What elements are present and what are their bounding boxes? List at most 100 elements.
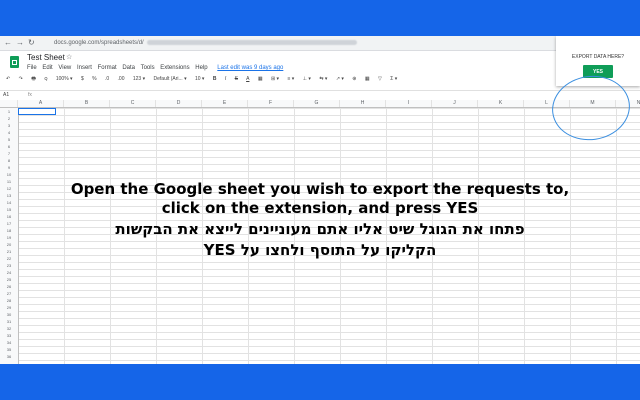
borders-icon[interactable]: ⊞ ▾ bbox=[271, 76, 279, 82]
menu-help[interactable]: Help bbox=[195, 65, 207, 71]
cell-reference-box[interactable]: A1 bbox=[3, 91, 9, 100]
url-redacted bbox=[146, 39, 357, 45]
row-header-28[interactable]: 28 bbox=[0, 297, 18, 304]
row-header-5[interactable]: 5 bbox=[0, 136, 18, 143]
address-bar: ← → ↻ docs.google.com/spreadsheets/d/ bbox=[0, 36, 640, 51]
sheets-logo-icon[interactable] bbox=[10, 56, 19, 68]
valign-icon[interactable]: ⊥ ▾ bbox=[303, 76, 311, 82]
row-header-35[interactable]: 35 bbox=[0, 346, 18, 353]
bottom-blue-band bbox=[0, 364, 640, 400]
last-edit-link[interactable]: Last edit was 9 days ago bbox=[217, 65, 283, 71]
instruction-text: Open the Google sheet you wish to export… bbox=[40, 180, 600, 261]
popup-title: EXPORT DATA HERE? bbox=[571, 54, 625, 60]
row-header-18[interactable]: 18 bbox=[0, 227, 18, 234]
column-header-d[interactable]: D bbox=[156, 100, 202, 107]
row-header-29[interactable]: 29 bbox=[0, 304, 18, 311]
currency-button[interactable]: $ bbox=[81, 76, 84, 82]
bold-button[interactable]: B bbox=[213, 76, 217, 82]
row-header-11[interactable]: 11 bbox=[0, 178, 18, 185]
filter-icon[interactable]: ▽ bbox=[378, 76, 382, 82]
font-size-select[interactable]: 10 ▾ bbox=[195, 76, 204, 82]
row-header-15[interactable]: 15 bbox=[0, 206, 18, 213]
row-header-25[interactable]: 25 bbox=[0, 276, 18, 283]
column-header-a[interactable]: A bbox=[18, 100, 64, 107]
row-header-22[interactable]: 22 bbox=[0, 255, 18, 262]
menu-insert[interactable]: Insert bbox=[77, 65, 92, 71]
row-header-33[interactable]: 33 bbox=[0, 332, 18, 339]
column-header-b[interactable]: B bbox=[64, 100, 110, 107]
row-header-4[interactable]: 4 bbox=[0, 129, 18, 136]
redo-icon[interactable]: ↷ bbox=[19, 76, 23, 82]
row-header-21[interactable]: 21 bbox=[0, 248, 18, 255]
row-header-8[interactable]: 8 bbox=[0, 157, 18, 164]
print-icon[interactable]: 🖶 bbox=[31, 76, 36, 82]
chart-icon[interactable]: ▦ bbox=[365, 76, 370, 82]
row-header-20[interactable]: 20 bbox=[0, 241, 18, 248]
url-field[interactable]: docs.google.com/spreadsheets/d/ bbox=[54, 38, 357, 48]
row-header-19[interactable]: 19 bbox=[0, 234, 18, 241]
row-header-3[interactable]: 3 bbox=[0, 122, 18, 129]
functions-icon[interactable]: Σ ▾ bbox=[390, 76, 397, 82]
row-header-27[interactable]: 27 bbox=[0, 290, 18, 297]
font-select[interactable]: Default (Ari... ▾ bbox=[154, 76, 187, 82]
menu-edit[interactable]: Edit bbox=[42, 65, 52, 71]
increase-decimal-button[interactable]: .00 bbox=[118, 76, 125, 82]
strikethrough-button[interactable]: S bbox=[235, 76, 238, 82]
row-header-16[interactable]: 16 bbox=[0, 213, 18, 220]
row-header-30[interactable]: 30 bbox=[0, 311, 18, 318]
row-header-9[interactable]: 9 bbox=[0, 164, 18, 171]
column-header-h[interactable]: H bbox=[340, 100, 386, 107]
column-header-g[interactable]: G bbox=[294, 100, 340, 107]
row-header-17[interactable]: 17 bbox=[0, 220, 18, 227]
menu-file[interactable]: File bbox=[27, 65, 37, 71]
zoom-select[interactable]: 100% ▾ bbox=[56, 76, 73, 82]
wrap-icon[interactable]: ⇆ ▾ bbox=[319, 76, 327, 82]
row-header-7[interactable]: 7 bbox=[0, 150, 18, 157]
sheet-title[interactable]: Test Sheet bbox=[27, 53, 65, 62]
row-header-31[interactable]: 31 bbox=[0, 318, 18, 325]
row-header-34[interactable]: 34 bbox=[0, 339, 18, 346]
fx-icon: fx bbox=[28, 92, 32, 98]
menu-data[interactable]: Data bbox=[122, 65, 135, 71]
row-header-10[interactable]: 10 bbox=[0, 171, 18, 178]
decrease-decimal-button[interactable]: .0 bbox=[105, 76, 109, 82]
undo-icon[interactable]: ↶ bbox=[6, 76, 10, 82]
rotate-icon[interactable]: ↗ ▾ bbox=[336, 76, 344, 82]
row-header-32[interactable]: 32 bbox=[0, 325, 18, 332]
link-icon[interactable]: ⊕ bbox=[352, 76, 356, 82]
number-format-select[interactable]: 123 ▾ bbox=[133, 76, 145, 82]
column-header-f[interactable]: F bbox=[248, 100, 294, 107]
row-header-2[interactable]: 2 bbox=[0, 115, 18, 122]
row-header-13[interactable]: 13 bbox=[0, 192, 18, 199]
corner-cell[interactable] bbox=[0, 100, 18, 107]
reload-icon[interactable]: ↻ bbox=[28, 38, 35, 48]
forward-icon[interactable]: → bbox=[16, 38, 24, 48]
paint-format-icon[interactable]: ꞯ bbox=[44, 76, 47, 82]
menu-format[interactable]: Format bbox=[98, 65, 117, 71]
menu-extensions[interactable]: Extensions bbox=[160, 65, 189, 71]
align-icon[interactable]: ≡ ▾ bbox=[287, 76, 294, 82]
fill-color-icon[interactable]: ▦ bbox=[258, 76, 263, 82]
row-header-14[interactable]: 14 bbox=[0, 199, 18, 206]
menu-tools[interactable]: Tools bbox=[141, 65, 155, 71]
selected-cell-a1[interactable] bbox=[18, 108, 56, 115]
row-header-36[interactable]: 36 bbox=[0, 353, 18, 360]
row-header-26[interactable]: 26 bbox=[0, 283, 18, 290]
column-header-j[interactable]: J bbox=[432, 100, 478, 107]
column-header-k[interactable]: K bbox=[478, 100, 524, 107]
text-color-button[interactable]: A bbox=[246, 76, 249, 82]
column-header-e[interactable]: E bbox=[202, 100, 248, 107]
percent-button[interactable]: % bbox=[92, 76, 96, 82]
row-header-23[interactable]: 23 bbox=[0, 262, 18, 269]
instruction-line-hebrew-1: פתחו את הגוגל שיט אליו אתם מעוניינים ליי… bbox=[115, 220, 525, 238]
star-icon[interactable]: ☆ bbox=[66, 53, 72, 61]
row-header-12[interactable]: 12 bbox=[0, 185, 18, 192]
column-header-c[interactable]: C bbox=[110, 100, 156, 107]
back-icon[interactable]: ← bbox=[4, 38, 12, 48]
column-header-i[interactable]: I bbox=[386, 100, 432, 107]
row-header-6[interactable]: 6 bbox=[0, 143, 18, 150]
row-header-24[interactable]: 24 bbox=[0, 269, 18, 276]
menu-view[interactable]: View bbox=[58, 65, 71, 71]
italic-button[interactable]: I bbox=[225, 76, 226, 82]
row-header-1[interactable]: 1 bbox=[0, 108, 18, 115]
